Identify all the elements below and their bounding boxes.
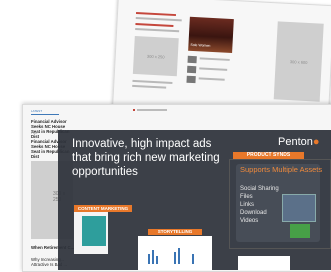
panel-title: Supports Multiple Assets	[240, 166, 322, 174]
mini-bar	[174, 252, 176, 264]
mini-bar	[192, 254, 194, 264]
back-text-line	[199, 57, 230, 61]
text-line	[137, 109, 167, 111]
panel-item: Links	[240, 202, 255, 208]
logo-text: Penton	[278, 136, 313, 148]
back-text-line	[132, 84, 167, 89]
panel-item: Files	[240, 194, 253, 200]
promo-overlay: Innovative, high impact ads that bring r…	[58, 130, 331, 270]
penton-logo: Penton●	[278, 136, 320, 148]
back-thumb	[187, 55, 197, 64]
panel-item: Social Sharing	[240, 186, 279, 192]
back-thumb	[186, 65, 197, 74]
back-text-line	[199, 67, 228, 71]
panel-item: Download	[240, 210, 267, 216]
storytelling-card	[138, 236, 212, 270]
back-text-line	[132, 79, 173, 84]
latest-tab[interactable]: LATEST	[31, 109, 42, 113]
storytelling-card-right	[238, 256, 290, 270]
storytelling-tag: STORYTELLING	[148, 229, 202, 235]
back-thumb	[186, 75, 196, 84]
back-ad-label: 300 x 600	[289, 58, 308, 65]
back-ad-placeholder: 300 x 250	[132, 35, 179, 77]
screenshot-thumb	[282, 194, 316, 222]
back-photo	[188, 16, 234, 54]
content-marketing-tag: CONTENT MARKETING	[74, 205, 132, 212]
panel-item: Videos	[240, 218, 259, 224]
logo-dot-icon: ●	[312, 136, 320, 148]
bullet-dot	[133, 109, 135, 111]
promo-headline: Innovative, high impact ads that bring r…	[72, 138, 220, 178]
mini-bar	[148, 254, 150, 264]
product-tab: PRODUCT SYNDS	[233, 152, 304, 159]
back-headline-bar	[135, 11, 177, 17]
tab-underline	[31, 114, 59, 115]
back-ad-placeholder-tall: 300 x 600	[273, 21, 324, 102]
panel-title-text: Supports Multiple Assets	[240, 165, 323, 174]
back-text-line	[198, 77, 225, 81]
mini-bar	[156, 256, 158, 264]
content-image	[82, 216, 106, 246]
background-article-page: 300 x 250 Sole Women 300 x 600	[112, 0, 331, 120]
green-card	[290, 224, 310, 238]
back-ad-label: 300 x 250	[146, 53, 165, 60]
back-headline-bar	[135, 22, 174, 27]
product-panel: Supports Multiple Assets Social Sharing …	[229, 159, 331, 249]
mini-bar	[178, 248, 180, 264]
back-text-line	[135, 27, 180, 33]
mini-bar	[152, 250, 154, 264]
back-text-line	[135, 16, 182, 22]
article-meta: ▪ ▪▪▪▪	[31, 131, 38, 135]
